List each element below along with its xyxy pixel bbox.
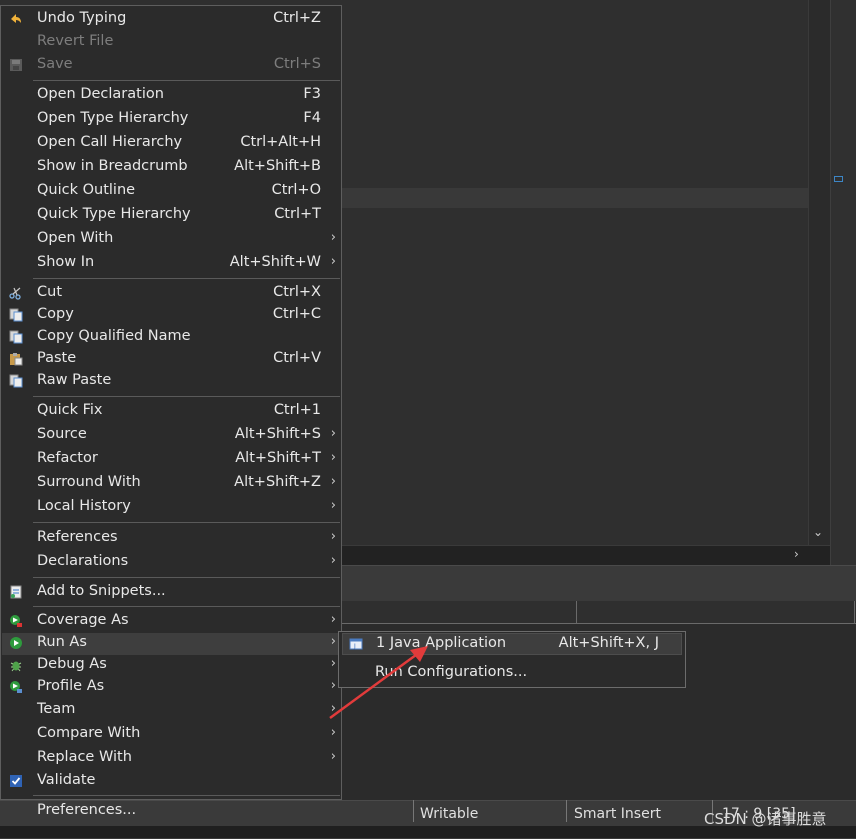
- scissors-icon: [9, 286, 23, 300]
- watermark: CSDN @诸事胜意: [704, 810, 827, 828]
- status-separator: [566, 800, 567, 822]
- menu-item-show-in-breadcrumb[interactable]: Show in Breadcrumb Alt+Shift+B: [2, 157, 340, 179]
- chevron-right-icon: ›: [330, 426, 336, 441]
- status-insert-mode: Smart Insert: [574, 806, 661, 822]
- copy-qualified-icon: [9, 330, 23, 344]
- menu-item-source[interactable]: Source Alt+Shift+S ›: [2, 425, 340, 447]
- menu-item-refactor[interactable]: Refactor Alt+Shift+T ›: [2, 449, 340, 471]
- status-separator: [413, 800, 414, 822]
- copy-icon: [9, 308, 23, 322]
- overview-ruler: [830, 0, 856, 570]
- profile-icon: [9, 680, 23, 694]
- chevron-right-icon: ›: [330, 553, 336, 568]
- menu-item-profile-as[interactable]: Profile As ›: [2, 677, 340, 699]
- run-icon: [9, 636, 23, 650]
- menu-item-references[interactable]: References ›: [2, 528, 340, 550]
- menu-separator: [33, 396, 340, 397]
- menu-item-declarations[interactable]: Declarations ›: [2, 552, 340, 574]
- menu-item-quick-type-hierarchy[interactable]: Quick Type Hierarchy Ctrl+T: [2, 205, 340, 227]
- menu-item-quick-outline[interactable]: Quick Outline Ctrl+O: [2, 181, 340, 203]
- scroll-right-chevron-icon[interactable]: ›: [794, 547, 799, 561]
- chevron-right-icon: ›: [330, 230, 336, 245]
- menu-item-show-in[interactable]: Show In Alt+Shift+W ›: [2, 253, 340, 275]
- chevron-right-icon: ›: [330, 474, 336, 489]
- menu-item-copy[interactable]: Copy Ctrl+C: [2, 305, 340, 327]
- ruler-marker[interactable]: [834, 176, 843, 182]
- checkbox-icon: [9, 774, 23, 788]
- menu-item-open-declaration[interactable]: Open Declaration F3: [2, 85, 340, 107]
- menu-item-surround-with[interactable]: Surround With Alt+Shift+Z ›: [2, 473, 340, 495]
- menu-item-open-with[interactable]: Open With ›: [2, 229, 340, 251]
- chevron-right-icon: ›: [330, 498, 336, 513]
- editor-context-menu: Undo Typing Ctrl+Z Revert File Save Ctrl…: [0, 5, 342, 818]
- undo-icon: [9, 12, 23, 26]
- bottom-panel-toolbar: [340, 565, 856, 602]
- menu-item-local-history[interactable]: Local History ›: [2, 497, 340, 519]
- menu-separator: [33, 795, 340, 796]
- menu-item-compare-with[interactable]: Compare With ›: [2, 724, 340, 746]
- scroll-down-chevron-icon[interactable]: ⌄: [813, 525, 823, 539]
- menu-item-preferences[interactable]: Preferences...: [2, 801, 340, 823]
- menu-item-run-as[interactable]: Run As ›: [2, 633, 340, 655]
- menu-item-coverage-as[interactable]: Coverage As ›: [2, 611, 340, 633]
- bottom-panel-header: [340, 601, 856, 629]
- menu-item-copy-qualified-name[interactable]: Copy Qualified Name: [2, 327, 340, 349]
- menu-item-cut[interactable]: Cut Ctrl+X: [2, 283, 340, 305]
- menu-separator: [33, 577, 340, 578]
- coverage-icon: [9, 614, 23, 628]
- menu-item-open-type-hierarchy[interactable]: Open Type Hierarchy F4: [2, 109, 340, 131]
- menu-separator: [33, 278, 340, 279]
- debug-bug-icon: [9, 658, 23, 672]
- chevron-right-icon: ›: [330, 749, 336, 764]
- chevron-right-icon: ›: [330, 254, 336, 269]
- annotation-arrow-icon: [329, 646, 428, 720]
- chevron-right-icon: ›: [330, 612, 336, 627]
- chevron-right-icon: ›: [330, 529, 336, 544]
- menu-separator: [33, 80, 340, 81]
- menu-item-open-call-hierarchy[interactable]: Open Call Hierarchy Ctrl+Alt+H: [2, 133, 340, 155]
- menu-item-quick-fix[interactable]: Quick Fix Ctrl+1: [2, 401, 340, 423]
- horizontal-scrollbar[interactable]: [340, 545, 830, 566]
- menu-item-save[interactable]: Save Ctrl+S: [2, 55, 340, 77]
- menu-item-revert-file[interactable]: Revert File: [2, 32, 340, 54]
- save-icon: [9, 58, 23, 72]
- menu-item-undo-typing[interactable]: Undo Typing Ctrl+Z: [2, 9, 340, 31]
- chevron-right-icon: ›: [330, 450, 336, 465]
- status-writable: Writable: [420, 806, 479, 822]
- menu-item-replace-with[interactable]: Replace With ›: [2, 748, 340, 770]
- menu-item-validate[interactable]: Validate: [2, 771, 340, 793]
- snippets-icon: [9, 585, 23, 599]
- raw-paste-icon: [9, 374, 23, 388]
- current-line-highlight: [340, 188, 810, 208]
- menu-item-team[interactable]: Team ›: [2, 700, 340, 722]
- vertical-scrollbar[interactable]: [808, 0, 831, 545]
- menu-separator: [33, 522, 340, 523]
- menu-separator: [33, 606, 340, 607]
- paste-icon: [9, 352, 23, 366]
- menu-item-debug-as[interactable]: Debug As ›: [2, 655, 340, 677]
- menu-item-add-to-snippets[interactable]: Add to Snippets...: [2, 582, 340, 604]
- menu-item-raw-paste[interactable]: Raw Paste: [2, 371, 340, 393]
- menu-item-paste[interactable]: Paste Ctrl+V: [2, 349, 340, 371]
